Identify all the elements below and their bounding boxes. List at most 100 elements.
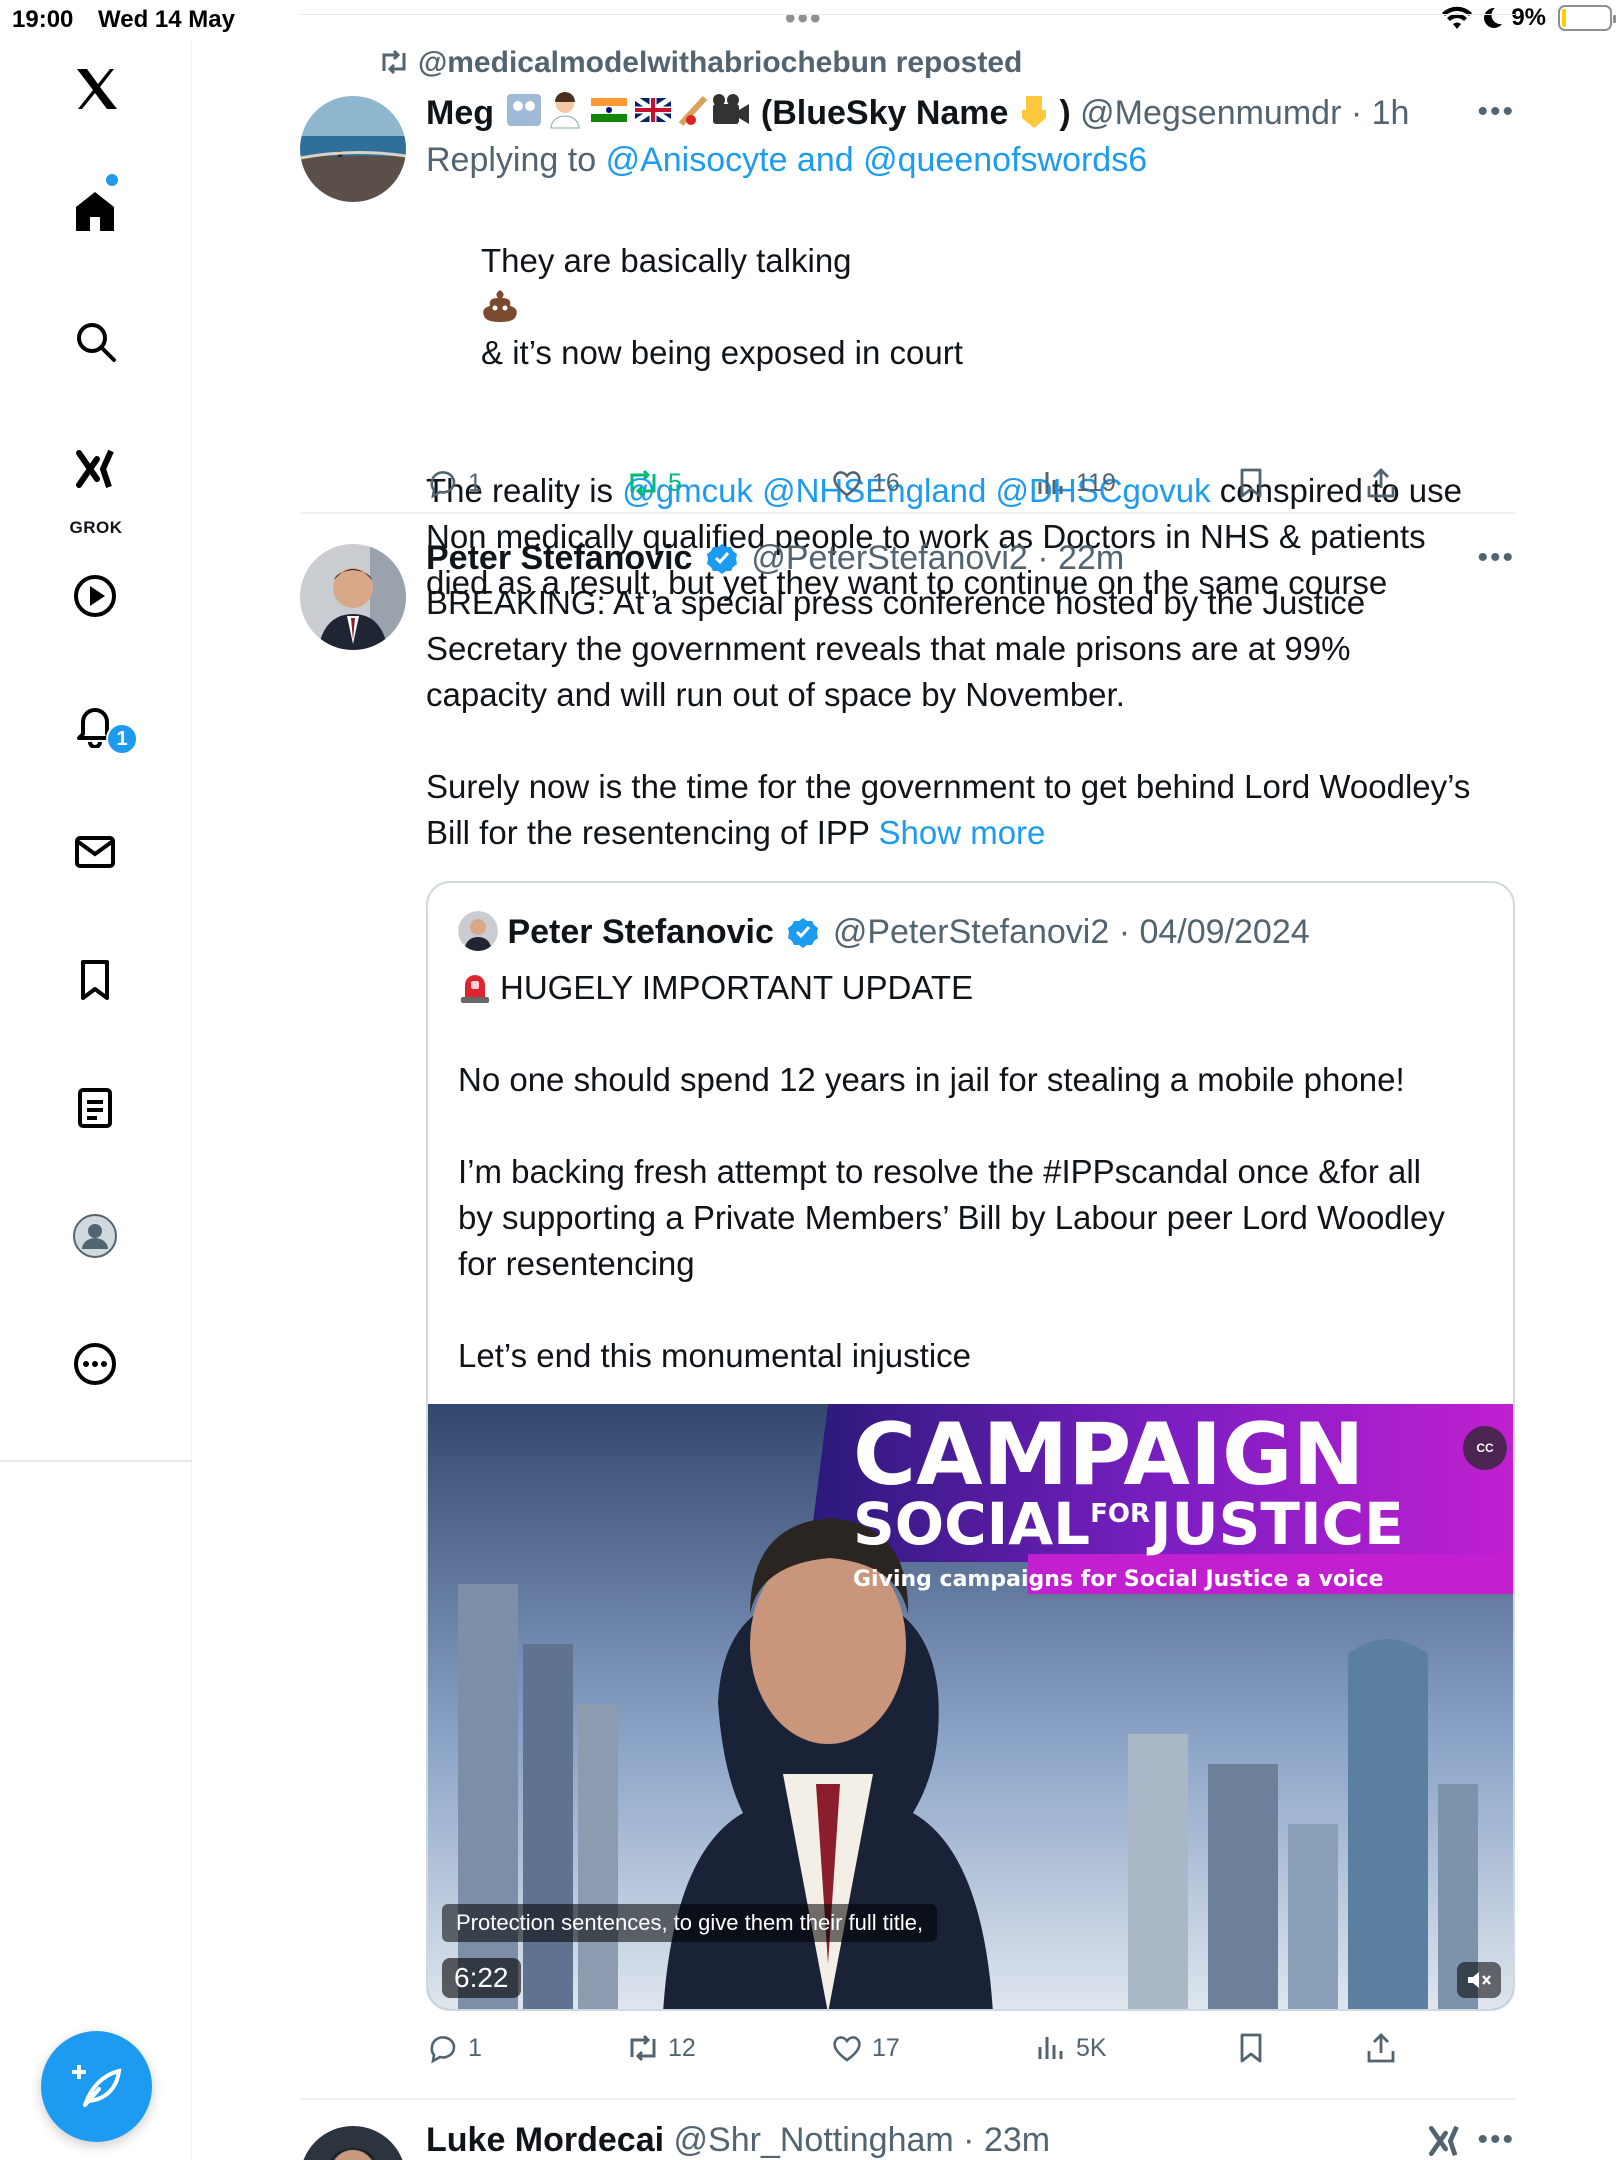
banner-social: SOCIAL bbox=[853, 1490, 1090, 1558]
multitasking-dots-icon[interactable]: ••• bbox=[785, 2, 823, 36]
emoji-group bbox=[503, 90, 751, 141]
reply-button[interactable]: 1 bbox=[426, 466, 482, 500]
x-logo-icon[interactable] bbox=[66, 60, 124, 118]
battery-percent: 9% bbox=[1511, 4, 1546, 31]
compose-post-button[interactable] bbox=[41, 2031, 152, 2142]
grok-icon[interactable] bbox=[66, 440, 124, 498]
views-button[interactable]: 5K bbox=[1034, 2031, 1107, 2065]
share-button[interactable] bbox=[1364, 2031, 1398, 2065]
timestamp[interactable]: 1h bbox=[1372, 94, 1410, 132]
show-more-link[interactable]: Show more bbox=[878, 814, 1045, 851]
handle[interactable]: @Megsenmumdr bbox=[1080, 94, 1341, 132]
quote-text-body: HUGELY IMPORTANT UPDATE No one should sp… bbox=[458, 969, 1445, 1374]
profile-icon[interactable] bbox=[66, 1207, 124, 1265]
mute-button[interactable] bbox=[1457, 1962, 1501, 1998]
more-options-icon[interactable]: ••• bbox=[1477, 2118, 1515, 2160]
quote-date: 04/09/2024 bbox=[1139, 913, 1310, 951]
like-button[interactable]: 16 bbox=[830, 466, 900, 500]
repost-button[interactable]: 5 bbox=[626, 466, 682, 500]
moon-icon bbox=[1484, 7, 1503, 28]
more-circle-icon[interactable] bbox=[66, 1335, 124, 1393]
home-icon[interactable] bbox=[66, 182, 124, 240]
poop-emoji-icon bbox=[483, 290, 517, 322]
repost-count: 5 bbox=[668, 468, 682, 497]
quoted-tweet-card[interactable]: Peter Stefanovic @PeterStefanovi2 · 04/0… bbox=[426, 881, 1515, 2011]
tweet-text: BREAKING: At a special press conference … bbox=[426, 580, 1515, 856]
video-duration: 6:22 bbox=[442, 1958, 521, 1998]
search-icon[interactable] bbox=[66, 312, 124, 370]
like-count: 17 bbox=[872, 2033, 900, 2062]
tweet-luke-mordecai[interactable]: Luke Mordecai @Shr_Nottingham · 23m ••• bbox=[300, 2100, 1515, 2160]
banner-for: FOR bbox=[1090, 1499, 1150, 1529]
repost-label: @medicalmodelwithabriochebun reposted bbox=[418, 46, 1023, 79]
like-button[interactable]: 17 bbox=[830, 2031, 900, 2065]
quote-handle[interactable]: @PeterStefanovi2 bbox=[833, 913, 1109, 951]
timestamp[interactable]: 22m bbox=[1058, 539, 1124, 577]
battery-icon bbox=[1558, 5, 1616, 31]
views-count: 119 bbox=[1076, 468, 1116, 497]
quote-text: HUGELY IMPORTANT UPDATE No one should sp… bbox=[458, 965, 1488, 1379]
banner-tagline: Giving campaigns for Social Justice a vo… bbox=[853, 1567, 1384, 1592]
display-name-suffix: (BlueSky Name bbox=[760, 94, 1009, 132]
share-icon bbox=[1367, 2033, 1395, 2063]
heart-icon bbox=[833, 471, 861, 497]
video-player[interactable]: CAMPAIGN SOCIALFORJUSTICE Giving campaig… bbox=[428, 1404, 1513, 2009]
display-name[interactable]: Peter Stefanovic bbox=[426, 539, 692, 577]
verified-badge-icon bbox=[706, 544, 737, 574]
grok-icon[interactable] bbox=[1425, 2122, 1463, 2160]
tweet-text-body: BREAKING: At a special press conference … bbox=[426, 584, 1471, 851]
display-name[interactable]: Luke Mordecai bbox=[426, 2121, 664, 2159]
battery-fill bbox=[1562, 9, 1566, 27]
handle[interactable]: @PeterStefanovi2 bbox=[751, 539, 1027, 577]
bookmark-icon[interactable] bbox=[66, 951, 124, 1009]
views-count: 5K bbox=[1076, 2033, 1107, 2062]
notification-badge: 1 bbox=[106, 723, 138, 755]
quote-display-name[interactable]: Peter Stefanovic bbox=[507, 913, 773, 951]
status-bar: 19:00 Wed 14 May ••• 9% bbox=[0, 0, 1620, 40]
speaker-muted-icon bbox=[1468, 1972, 1491, 1988]
video-play-icon[interactable] bbox=[66, 567, 124, 625]
views-icon bbox=[1038, 472, 1063, 494]
video-caption: Protection sentences, to give them their… bbox=[442, 1904, 938, 1942]
tweet-meg[interactable]: @medicalmodelwithabriochebun reposted Me… bbox=[300, 40, 1515, 601]
status-time: 19:00 bbox=[12, 6, 74, 33]
display-name-close: ) bbox=[1059, 94, 1071, 132]
verified-badge-icon bbox=[788, 918, 819, 948]
share-button[interactable] bbox=[1364, 466, 1398, 500]
siren-emoji-icon bbox=[461, 975, 489, 1003]
grok-label: GROK bbox=[69, 518, 123, 537]
replying-to-link[interactable]: @Anisocyte and @queenofswords6 bbox=[606, 141, 1148, 179]
quote-avatar[interactable] bbox=[458, 911, 498, 951]
sidebar-divider bbox=[0, 1460, 192, 1462]
banner-justice: JUSTICE bbox=[1146, 1490, 1404, 1558]
more-options-icon[interactable]: ••• bbox=[1477, 90, 1515, 134]
repost-count: 12 bbox=[668, 2033, 696, 2062]
repost-icon bbox=[630, 469, 656, 497]
tweet-text: They are basically talking & it’s now be… bbox=[426, 192, 1515, 422]
list-icon[interactable] bbox=[66, 1079, 124, 1137]
sidebar: GROK 1 bbox=[0, 40, 192, 2160]
repost-button[interactable]: 12 bbox=[626, 2031, 696, 2065]
closed-captions-button[interactable]: CC bbox=[1463, 1426, 1507, 1470]
bookmark-icon bbox=[1240, 2033, 1262, 2063]
share-icon bbox=[1367, 468, 1395, 498]
mail-icon[interactable] bbox=[66, 823, 124, 881]
bookmark-icon bbox=[1240, 468, 1262, 498]
handle[interactable]: @Shr_Nottingham bbox=[674, 2121, 954, 2159]
views-button[interactable]: 119 bbox=[1034, 466, 1116, 500]
pointing-down-emoji-icon bbox=[1021, 96, 1046, 128]
repost-indicator: @medicalmodelwithabriochebun reposted bbox=[378, 46, 1022, 80]
display-name[interactable]: Meg bbox=[426, 94, 494, 132]
home-unread-dot bbox=[106, 174, 118, 186]
bookmark-button[interactable] bbox=[1234, 2031, 1268, 2065]
bookmark-button[interactable] bbox=[1234, 466, 1268, 500]
feed-top-divider bbox=[300, 14, 1515, 15]
tweet-actions: 1 12 17 5K bbox=[426, 2023, 1515, 2073]
reply-count: 1 bbox=[468, 2033, 482, 2062]
reply-button[interactable]: 1 bbox=[426, 2031, 482, 2065]
more-options-icon[interactable]: ••• bbox=[1477, 536, 1515, 580]
avatar[interactable] bbox=[300, 2126, 406, 2160]
timestamp[interactable]: 23m bbox=[984, 2121, 1050, 2159]
avatar[interactable] bbox=[300, 96, 406, 202]
avatar[interactable] bbox=[300, 544, 406, 650]
